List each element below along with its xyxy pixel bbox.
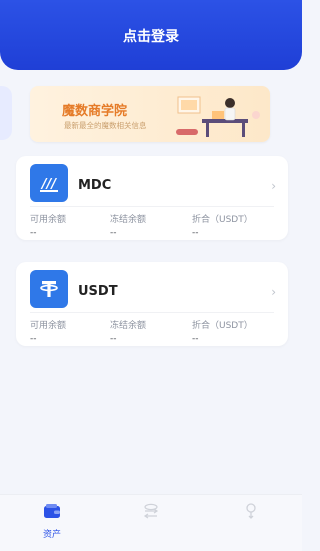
asset-name: USDT (78, 284, 118, 299)
divider (30, 312, 274, 313)
nav-label-assets: 资产 (42, 530, 61, 540)
available-balance-label: 可用余额 (30, 321, 67, 331)
banner-subtitle: 最新最全的魔数相关信息 (64, 121, 147, 130)
svg-text:///: /// (40, 177, 57, 192)
promo-banner[interactable]: 魔数商学院 最新最全的魔数相关信息 (30, 86, 270, 142)
available-balance-label: 可用余额 (30, 215, 67, 225)
usdt-equivalent-value: -- (192, 334, 199, 344)
available-balance-value: -- (30, 334, 37, 344)
header: 点击登录 (0, 0, 302, 70)
login-button[interactable]: 点击登录 (0, 26, 302, 46)
bottom-nav: 资产 (0, 494, 302, 551)
asset-name: MDC (78, 178, 112, 193)
nav-item-assets[interactable]: 资产 (22, 501, 82, 540)
asset-card-mdc[interactable]: /// MDC › 可用余额 冻结余额 折合（USDT） -- -- -- (16, 156, 288, 240)
carousel-prev-card[interactable] (0, 86, 12, 140)
divider (30, 206, 274, 207)
exchange-icon (143, 503, 159, 519)
usdt-equivalent-label: 折合（USDT） (192, 215, 253, 225)
banner-title: 魔数商学院 (62, 104, 128, 119)
chevron-right-icon: › (271, 179, 276, 193)
nav-item-profile[interactable] (221, 501, 281, 527)
asset-card-usdt[interactable]: USDT › 可用余额 冻结余额 折合（USDT） -- -- -- (16, 262, 288, 346)
banner-illustration-icon (176, 96, 260, 137)
usdt-equivalent-label: 折合（USDT） (192, 321, 253, 331)
frozen-balance-value: -- (110, 334, 117, 344)
available-balance-value: -- (30, 228, 37, 238)
tether-logo-icon (30, 270, 68, 308)
profile-icon (246, 503, 256, 519)
wallet-icon (44, 504, 60, 518)
chevron-right-icon: › (271, 285, 276, 299)
frozen-balance-label: 冻结余额 (110, 321, 147, 331)
mdc-logo-icon: /// (30, 164, 68, 202)
frozen-balance-value: -- (110, 228, 117, 238)
usdt-equivalent-value: -- (192, 228, 199, 238)
frozen-balance-label: 冻结余额 (110, 215, 147, 225)
nav-item-exchange[interactable] (121, 501, 181, 527)
